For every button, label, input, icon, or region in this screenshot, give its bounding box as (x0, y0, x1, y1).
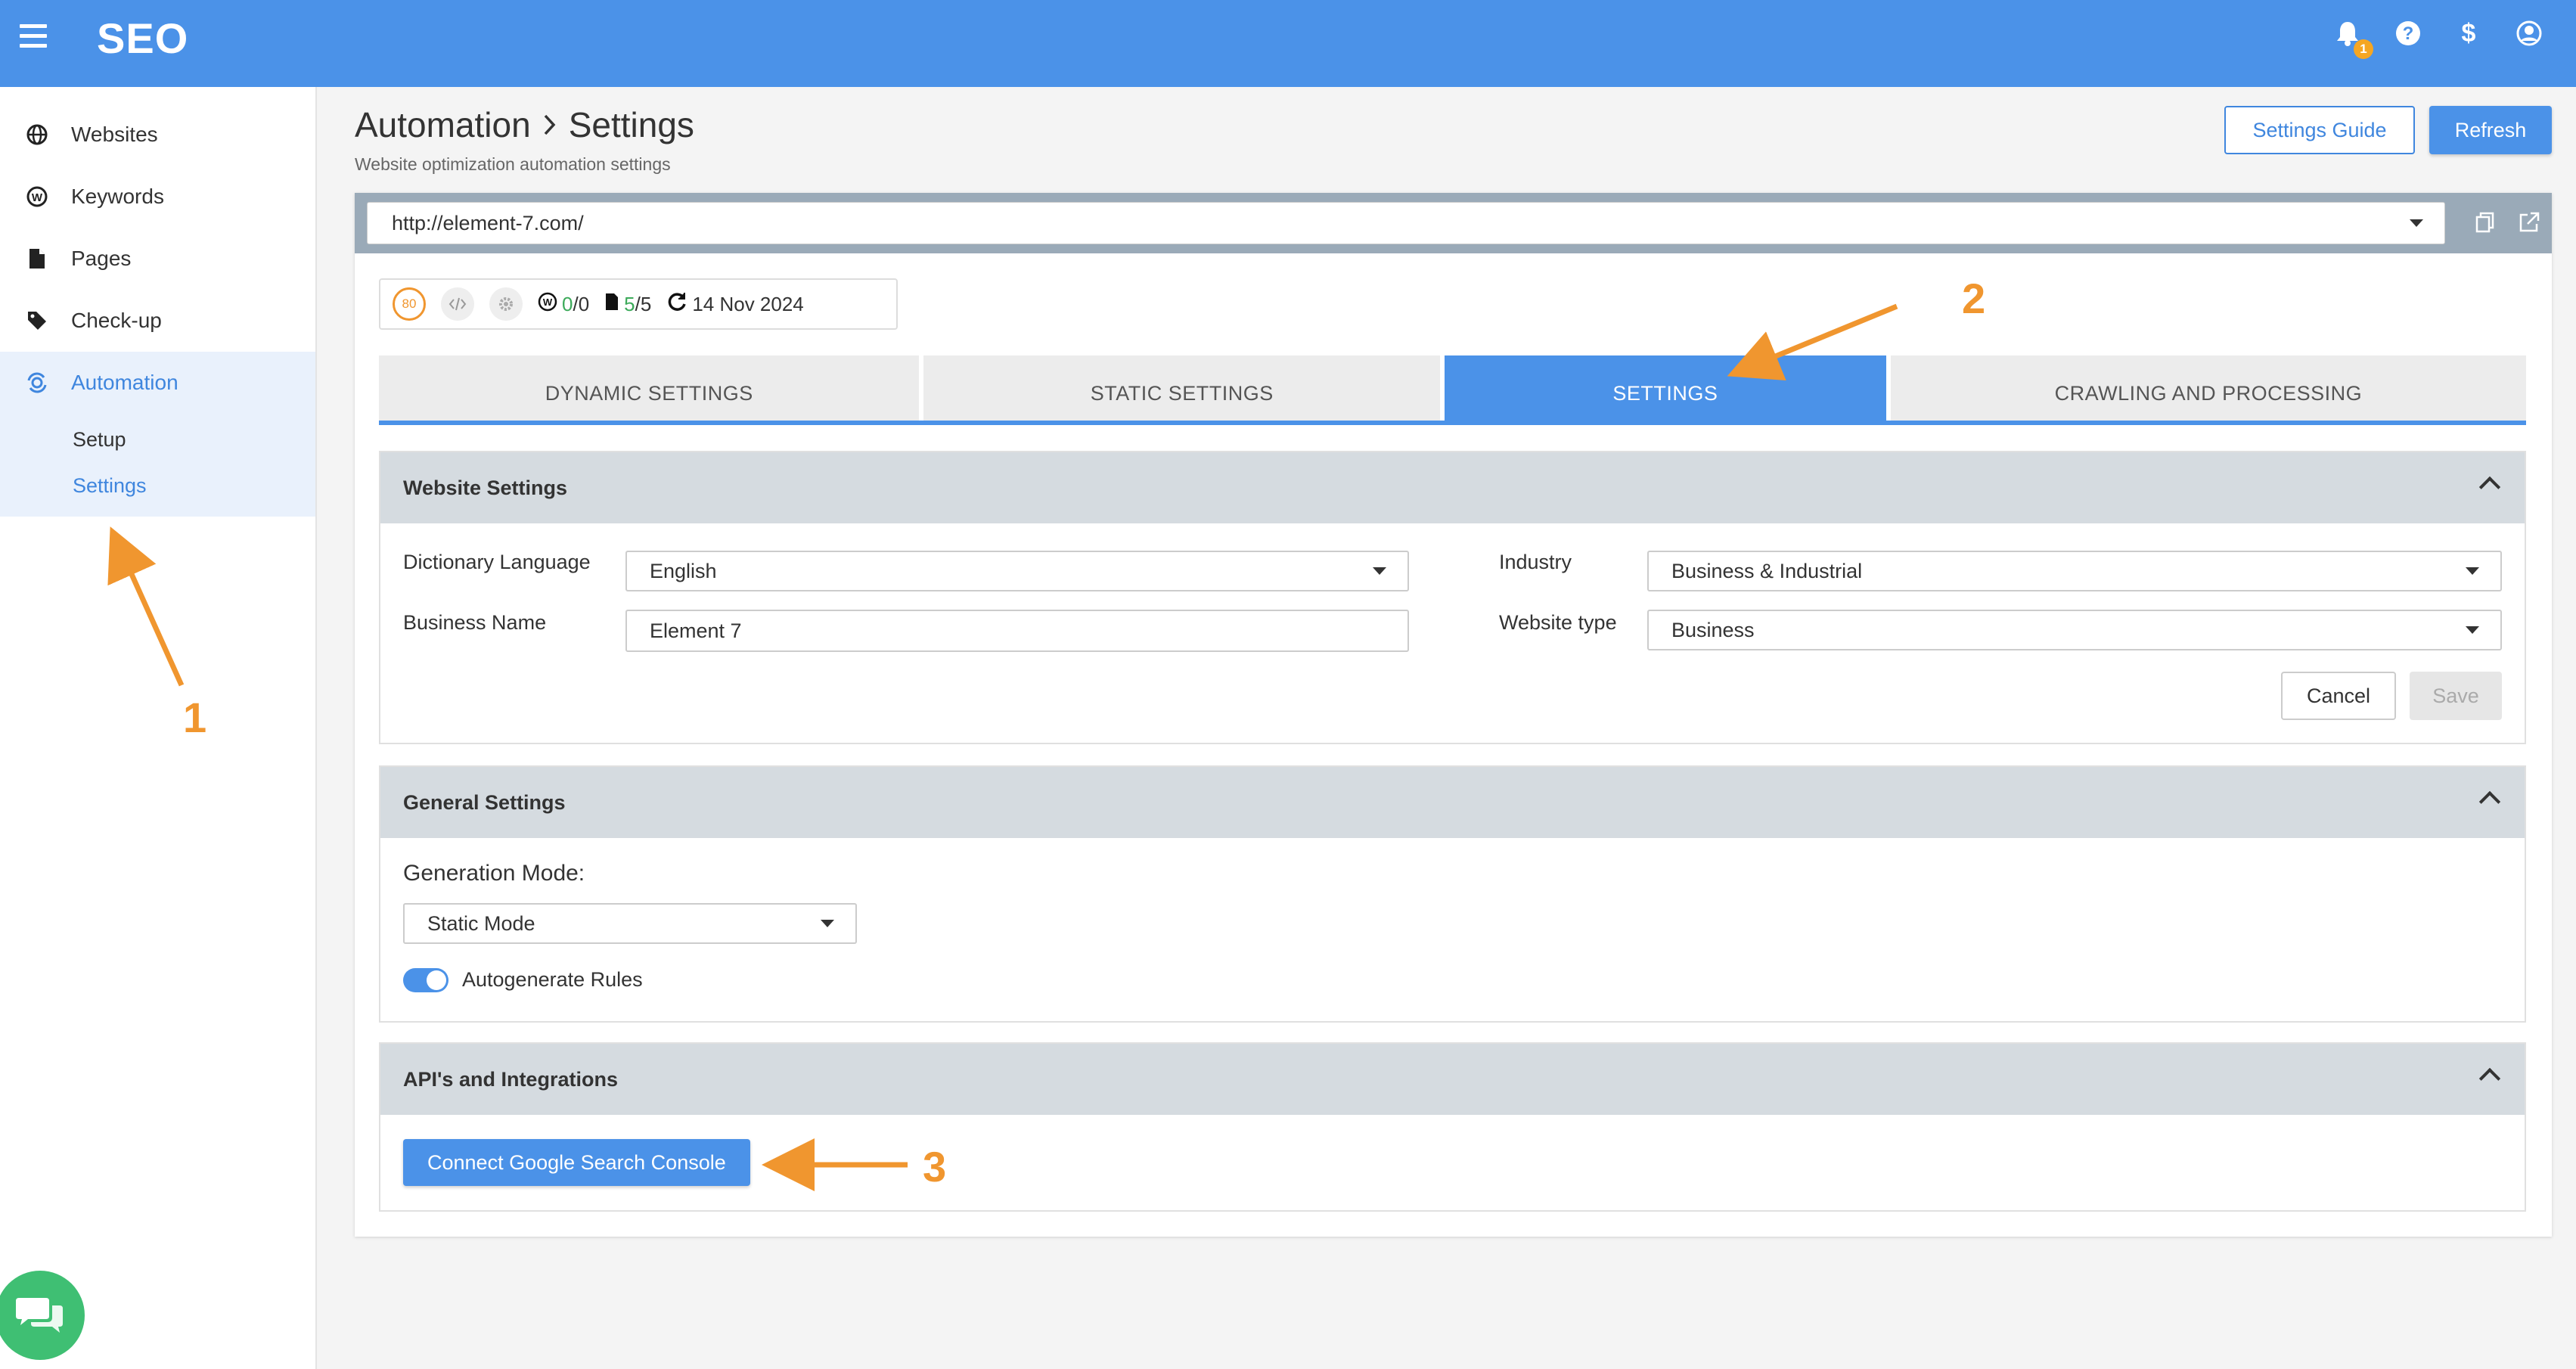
annotation-arrow-1 (107, 526, 185, 687)
annotation-arrows (107, 303, 1898, 1191)
annotation-number-3: 3 (923, 1143, 947, 1191)
annotation-number-1: 1 (183, 694, 207, 741)
annotation-arrow-2 (1727, 303, 1898, 381)
annotation-number-2: 2 (1962, 275, 1986, 322)
